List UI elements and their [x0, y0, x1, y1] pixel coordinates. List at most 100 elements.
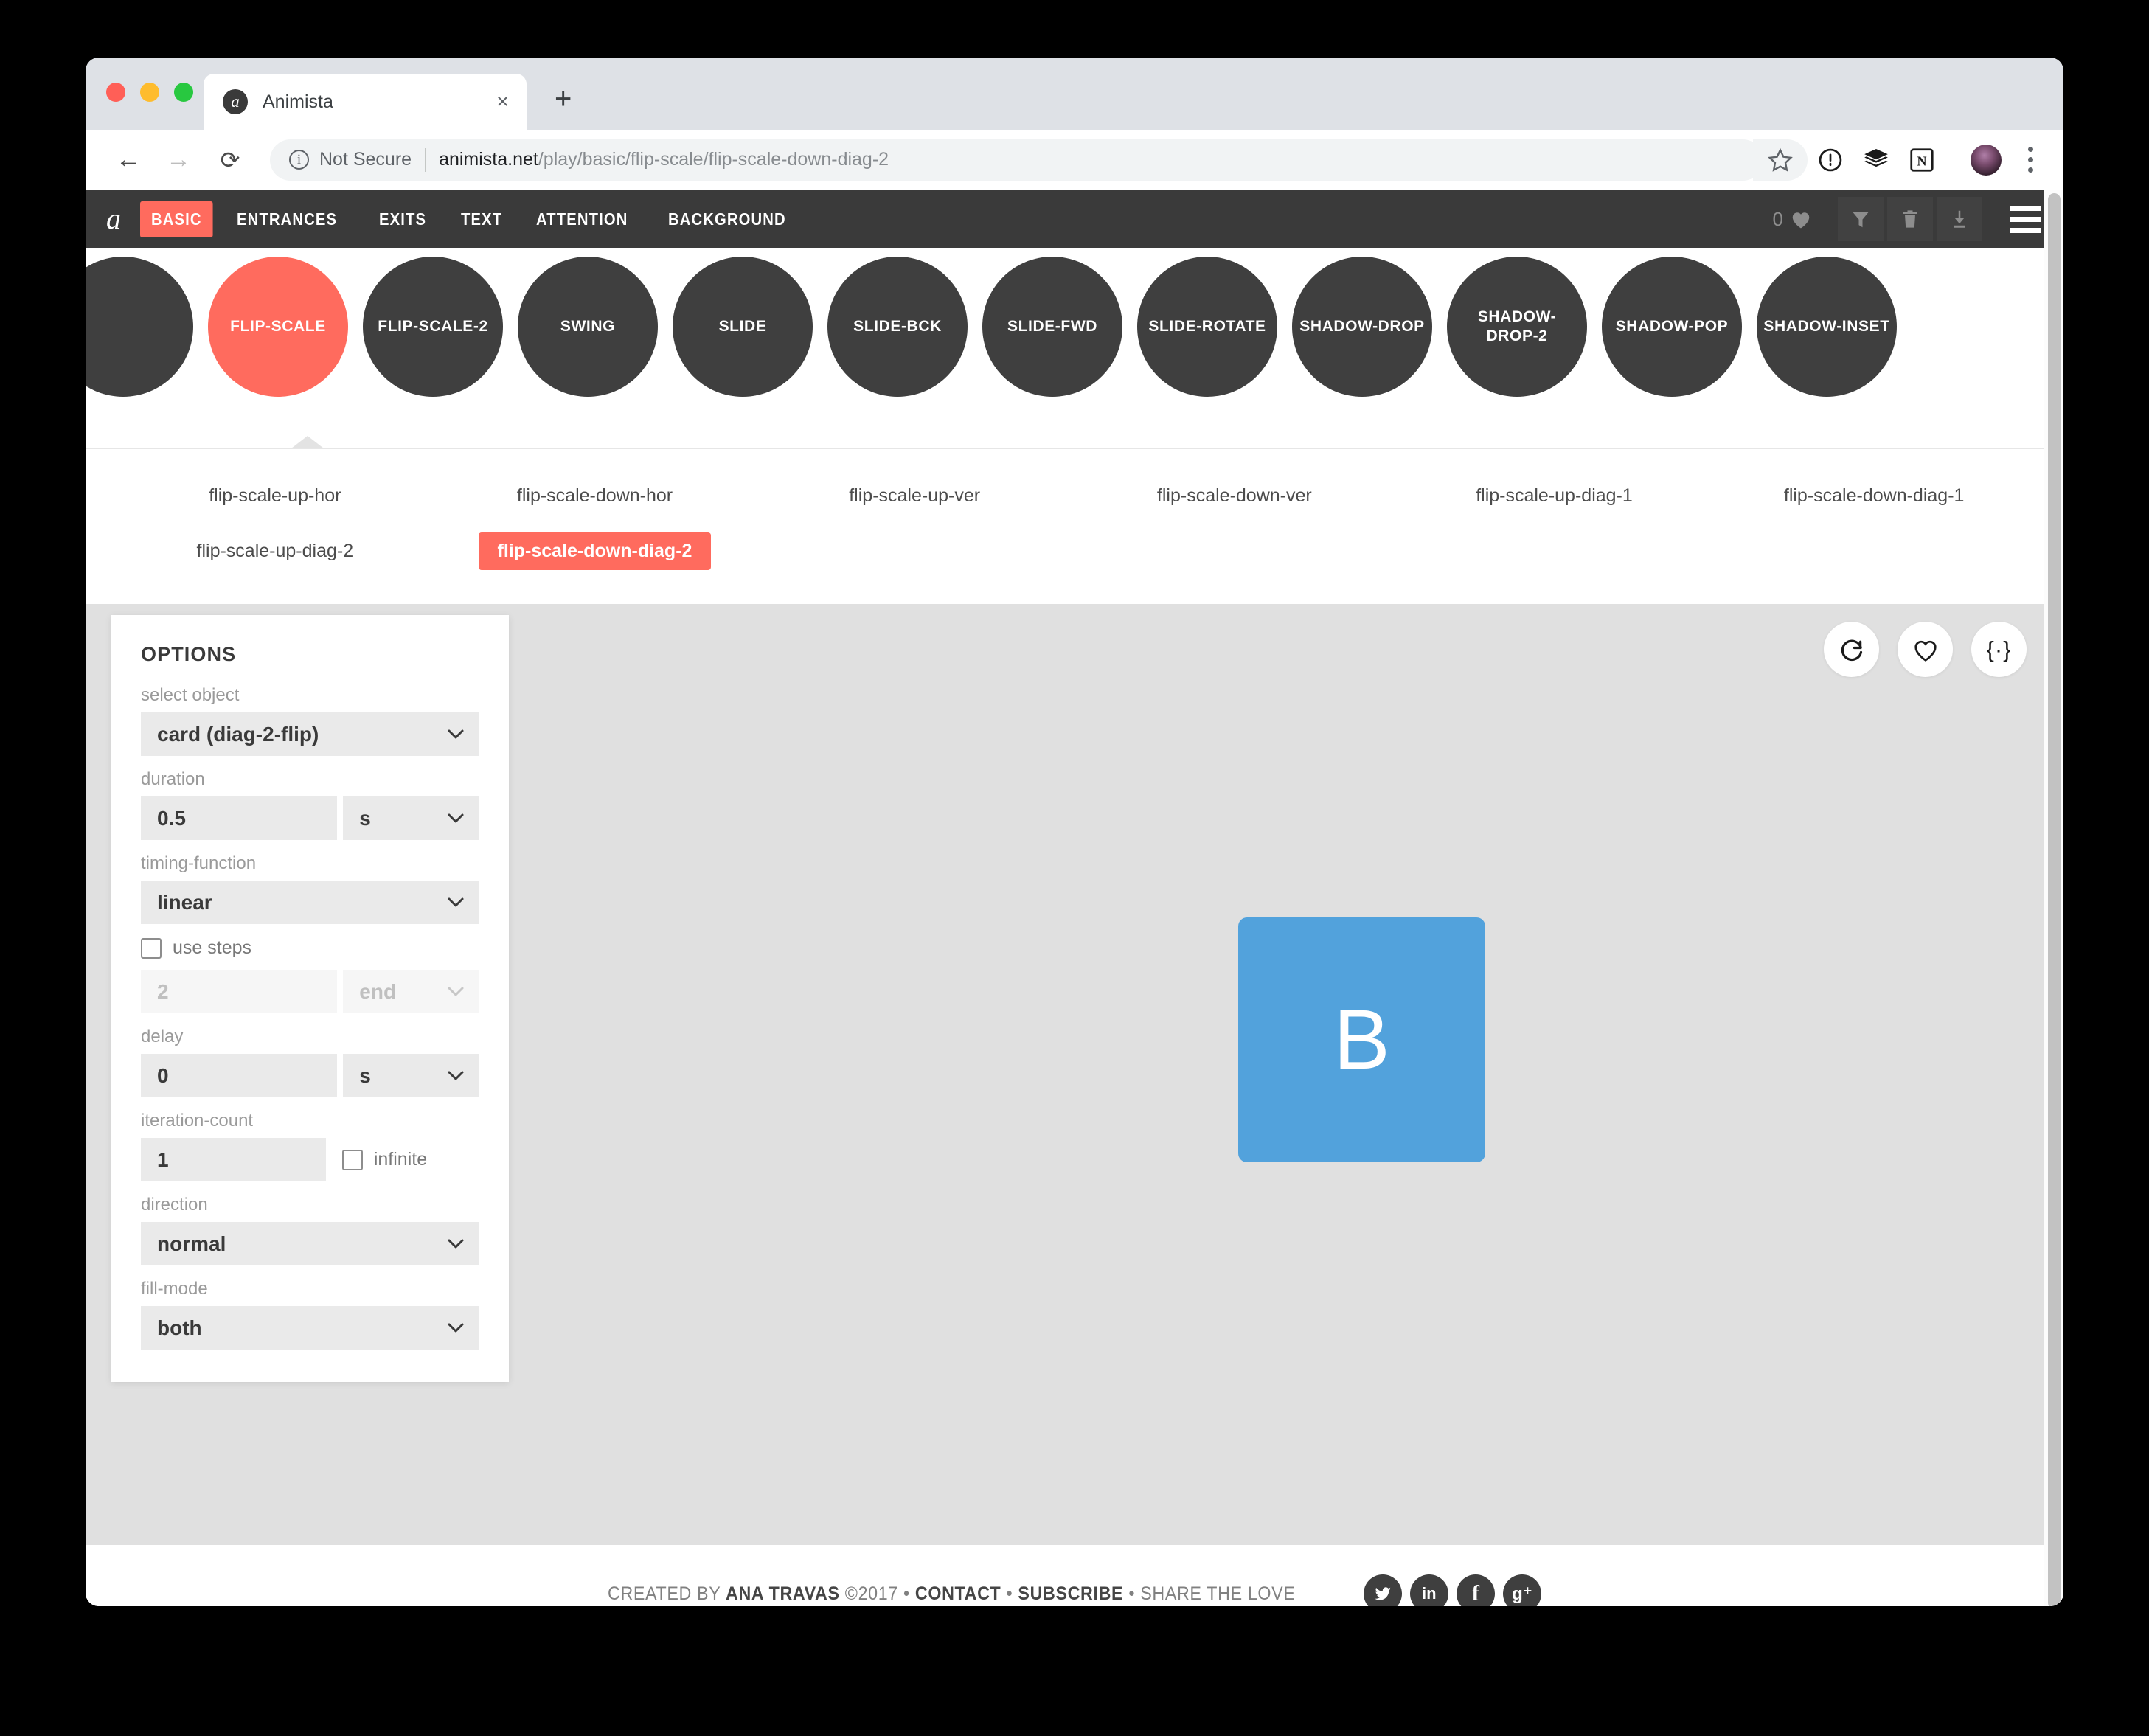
- delay-unit-dropdown[interactable]: s: [343, 1054, 479, 1097]
- fill-mode-dropdown[interactable]: both: [141, 1306, 479, 1350]
- variant-label: flip-scale-down-diag-1: [1783, 485, 1965, 506]
- extension-icons: N: [1808, 139, 2063, 181]
- category-circle-flip-scale-2[interactable]: FLIP-SCALE-2: [363, 257, 503, 397]
- timing-function-dropdown[interactable]: linear: [141, 881, 479, 924]
- footer-author: ANA TRAVAS: [726, 1583, 840, 1604]
- delay-label: delay: [141, 1027, 184, 1046]
- use-steps-checkbox[interactable]: [141, 937, 162, 959]
- security-status-label: Not Secure: [319, 149, 412, 170]
- googleplus-icon[interactable]: g⁺: [1502, 1574, 1541, 1606]
- tab-favicon-icon: a: [223, 89, 248, 114]
- nav-tab-text[interactable]: TEXT: [450, 201, 513, 237]
- iteration-count-label: iteration-count: [141, 1111, 254, 1131]
- category-circle-shadow-drop[interactable]: SHADOW-DROP: [1292, 257, 1432, 397]
- iteration-count-input[interactable]: 1: [141, 1138, 326, 1181]
- variant-flip-scale-down-diag-2[interactable]: flip-scale-down-diag-2: [435, 524, 755, 579]
- browser-tab[interactable]: a Animista ×: [204, 74, 527, 130]
- selected-category-pointer-icon: [291, 436, 324, 448]
- maximize-window-button[interactable]: [174, 83, 193, 102]
- category-circle-shadow-pop[interactable]: SHADOW-POP: [1602, 257, 1742, 397]
- chevron-down-icon: [447, 892, 465, 912]
- select-object-dropdown[interactable]: card (diag-2-flip): [141, 712, 479, 756]
- select-object-value: card (diag-2-flip): [157, 722, 319, 746]
- infinite-checkbox-row[interactable]: infinite: [341, 1149, 479, 1170]
- category-circle-partial[interactable]: [86, 257, 193, 397]
- nav-tab-background[interactable]: BACKGROUND: [657, 201, 797, 237]
- use-steps-checkbox-row[interactable]: use steps: [141, 937, 479, 959]
- download-icon[interactable]: [1937, 197, 1982, 241]
- forward-button[interactable]: →: [158, 139, 199, 181]
- steps-position-dropdown[interactable]: end: [343, 970, 479, 1013]
- close-window-button[interactable]: [106, 83, 125, 102]
- timing-function-label: timing-function: [141, 853, 257, 873]
- category-circle-slide-rotate[interactable]: SLIDE-ROTATE: [1137, 257, 1277, 397]
- animation-playground: OPTIONS select object card (diag-2-flip)…: [86, 604, 2063, 1545]
- replay-icon[interactable]: [1824, 622, 1879, 677]
- variant-label: flip-scale-down-ver: [1156, 485, 1312, 506]
- variant-flip-scale-up-diag-1[interactable]: flip-scale-up-diag-1: [1395, 468, 1715, 524]
- site-navbar: a BASIC ENTRANCES EXITS TEXT ATTENTION B…: [86, 190, 2063, 248]
- category-circle-slide-bck[interactable]: SLIDE-BCK: [827, 257, 968, 397]
- chevron-down-icon: [447, 724, 465, 744]
- notion-extension-icon[interactable]: N: [1899, 139, 1945, 181]
- direction-dropdown[interactable]: normal: [141, 1222, 479, 1265]
- options-panel: OPTIONS select object card (diag-2-flip)…: [111, 615, 509, 1382]
- nav-tab-entrances[interactable]: ENTRANCES: [226, 201, 348, 237]
- avatar[interactable]: [1963, 139, 2009, 181]
- filter-icon[interactable]: [1838, 197, 1884, 241]
- footer-subscribe-link[interactable]: SUBSCRIBE: [1018, 1583, 1124, 1604]
- timing-function-value: linear: [157, 890, 212, 914]
- onepassword-extension-icon[interactable]: [1808, 139, 1853, 181]
- category-circle-shadow-drop-2[interactable]: SHADOW-DROP-2: [1447, 257, 1587, 397]
- site-info-icon[interactable]: i: [289, 150, 309, 170]
- trash-icon[interactable]: [1887, 197, 1933, 241]
- category-circle-slide-fwd[interactable]: SLIDE-FWD: [982, 257, 1122, 397]
- nav-tab-exits[interactable]: EXITS: [368, 201, 437, 237]
- reload-button[interactable]: ⟳: [209, 139, 251, 181]
- variant-label: flip-scale-down-hor: [516, 485, 673, 506]
- variant-flip-scale-up-ver[interactable]: flip-scale-up-ver: [754, 468, 1074, 524]
- back-button[interactable]: ←: [108, 139, 149, 181]
- category-circle-swing[interactable]: SWING: [518, 257, 658, 397]
- animation-preview-card[interactable]: B: [1238, 917, 1485, 1162]
- variant-flip-scale-down-ver[interactable]: flip-scale-down-ver: [1074, 468, 1395, 524]
- delay-input[interactable]: 0: [141, 1054, 338, 1097]
- nav-tab-attention[interactable]: ATTENTION: [525, 201, 639, 237]
- delay-value: 0: [157, 1063, 169, 1087]
- browser-tabstrip: a Animista × +: [86, 58, 2063, 130]
- animista-logo[interactable]: a: [106, 204, 121, 234]
- close-tab-icon[interactable]: ×: [496, 91, 509, 113]
- bookmark-star-icon[interactable]: [1753, 139, 1808, 181]
- duration-unit-dropdown[interactable]: s: [343, 796, 479, 840]
- variant-flip-scale-down-diag-1[interactable]: flip-scale-down-diag-1: [1714, 468, 2034, 524]
- footer-copyright: ©2017 •: [839, 1583, 916, 1604]
- browser-menu-button[interactable]: [2009, 139, 2052, 181]
- category-circle-slide[interactable]: SLIDE: [673, 257, 813, 397]
- code-braces-icon[interactable]: {·}: [1971, 622, 2027, 677]
- chevron-down-icon: [447, 982, 465, 1001]
- variant-flip-scale-up-hor[interactable]: flip-scale-up-hor: [115, 468, 435, 524]
- infinite-checkbox[interactable]: [341, 1149, 363, 1170]
- page-scrollbar[interactable]: [2044, 190, 2063, 1606]
- url-host: animista.net: [439, 149, 538, 170]
- options-title: OPTIONS: [141, 643, 237, 665]
- variant-flip-scale-down-hor[interactable]: flip-scale-down-hor: [435, 468, 755, 524]
- select-object-label: select object: [141, 685, 240, 705]
- variant-flip-scale-up-diag-2[interactable]: flip-scale-up-diag-2: [115, 524, 435, 579]
- address-bar[interactable]: i Not Secure animista.net/play/basic/fli…: [270, 139, 1763, 181]
- category-circle-flip-scale[interactable]: FLIP-SCALE: [208, 257, 348, 397]
- menu-hamburger-icon[interactable]: [2010, 205, 2041, 233]
- steps-count-input[interactable]: 2: [141, 970, 338, 1013]
- twitter-icon[interactable]: [1363, 1574, 1402, 1606]
- facebook-icon[interactable]: f: [1456, 1574, 1495, 1606]
- linkedin-icon[interactable]: in: [1409, 1574, 1448, 1606]
- scrollbar-thumb[interactable]: [2048, 193, 2061, 1606]
- nav-tab-basic[interactable]: BASIC: [140, 201, 213, 237]
- new-tab-button[interactable]: +: [555, 84, 572, 114]
- favorite-heart-icon[interactable]: [1898, 622, 1953, 677]
- category-circle-shadow-inset[interactable]: SHADOW-INSET: [1757, 257, 1897, 397]
- footer-contact-link[interactable]: CONTACT: [915, 1583, 1001, 1604]
- buffer-extension-icon[interactable]: [1853, 139, 1899, 181]
- minimize-window-button[interactable]: [140, 83, 159, 102]
- duration-input[interactable]: 0.5: [141, 796, 338, 840]
